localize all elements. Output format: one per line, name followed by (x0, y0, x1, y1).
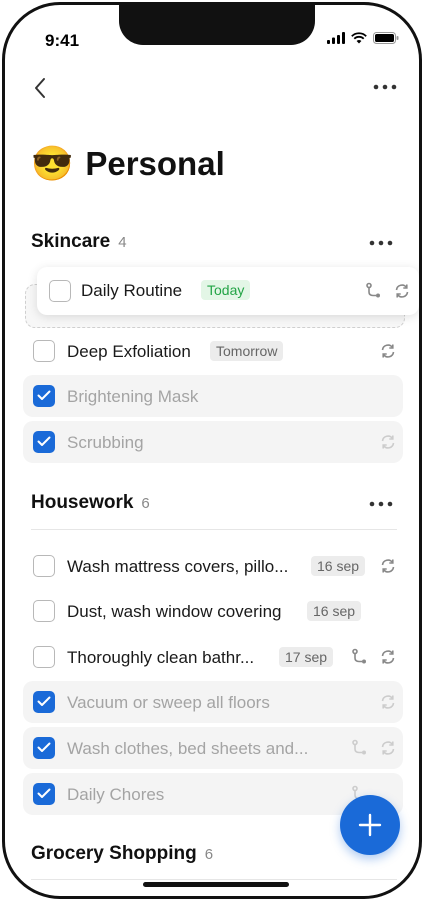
task-row[interactable]: Dust, wash window covering 16 sep (23, 591, 403, 631)
page-emoji: 😎 (31, 145, 74, 183)
add-task-button[interactable] (340, 795, 400, 855)
back-chevron-icon[interactable] (29, 74, 53, 102)
task-title: Deep Exfoliation (67, 342, 191, 361)
repeat-icon (381, 695, 395, 709)
task-title: Wash mattress covers, pillo... (67, 557, 289, 576)
due-badge: 16 sep (307, 601, 362, 621)
repeat-icon (395, 284, 409, 298)
section-count: 6 (204, 846, 214, 863)
task-row[interactable]: Scrubbing (23, 421, 403, 463)
task-checkbox-checked[interactable] (33, 691, 55, 713)
section-name: Skincare (31, 231, 111, 252)
signal-icon (327, 32, 345, 44)
section-count: 4 (118, 234, 127, 251)
page-title-text: Personal (85, 145, 225, 182)
task-checkbox[interactable] (33, 340, 55, 362)
wifi-icon (351, 32, 367, 44)
task-row[interactable]: Thoroughly clean bathr... 17 sep (23, 637, 403, 677)
section-header-skincare[interactable]: Skincare 4 (31, 231, 127, 253)
status-time: 9:41 (45, 31, 80, 50)
section-count: 6 (141, 495, 150, 512)
subtask-icon (366, 282, 380, 298)
more-options-icon[interactable] (371, 75, 399, 99)
task-title: Scrubbing (67, 433, 144, 452)
repeat-icon (381, 559, 395, 573)
task-row[interactable]: Brightening Mask (23, 375, 403, 417)
task-title: Dust, wash window covering (67, 602, 282, 621)
task-checkbox[interactable] (33, 555, 55, 577)
task-title: Daily Chores (67, 785, 165, 804)
due-badge: Tomorrow (210, 341, 284, 361)
phone-frame: 9:41 😎 Personal Skincare 4 Daily Routine… (2, 2, 422, 899)
section-name: Housework (31, 492, 134, 513)
notch (119, 5, 315, 45)
status-icons (327, 32, 399, 44)
section-more-icon[interactable] (367, 492, 395, 516)
task-title: Brightening Mask (67, 387, 199, 406)
due-badge: 17 sep (279, 647, 334, 667)
task-title: Daily Routine (81, 281, 183, 300)
section-divider (31, 529, 397, 530)
task-title: Wash clothes, bed sheets and... (67, 739, 309, 758)
repeat-icon (381, 650, 395, 664)
task-row[interactable]: Deep Exfoliation Tomorrow (23, 331, 403, 371)
task-row[interactable]: Vacuum or sweep all floors (23, 681, 403, 723)
task-checkbox-checked[interactable] (33, 737, 55, 759)
task-title: Vacuum or sweep all floors (67, 693, 270, 712)
subtask-icon (352, 739, 366, 755)
task-row[interactable]: Wash clothes, bed sheets and... (23, 727, 403, 769)
plus-icon (358, 813, 382, 837)
task-row[interactable]: Wash mattress covers, pillo... 16 sep (23, 546, 403, 586)
home-indicator (143, 882, 289, 887)
task-checkbox[interactable] (49, 280, 71, 302)
task-checkbox-checked[interactable] (33, 783, 55, 805)
due-badge: 16 sep (311, 556, 366, 576)
task-checkbox-checked[interactable] (33, 431, 55, 453)
section-header-grocery-shopping[interactable]: Grocery Shopping 6 (31, 843, 213, 865)
task-title: Thoroughly clean bathr... (67, 648, 255, 667)
task-checkbox-checked[interactable] (33, 385, 55, 407)
task-checkbox[interactable] (33, 600, 55, 622)
section-header-housework[interactable]: Housework 6 (31, 492, 150, 514)
repeat-icon (381, 741, 395, 755)
page-title: 😎 Personal (31, 145, 225, 183)
task-row-dragging[interactable]: Daily Routine Today (37, 267, 419, 315)
task-checkbox[interactable] (33, 646, 55, 668)
section-name: Grocery Shopping (31, 843, 197, 864)
battery-icon (373, 32, 399, 44)
section-divider (31, 879, 397, 880)
subtask-icon (352, 648, 366, 664)
section-more-icon[interactable] (367, 231, 395, 255)
repeat-icon (381, 344, 395, 358)
repeat-icon (381, 435, 395, 449)
due-badge: Today (201, 280, 251, 300)
